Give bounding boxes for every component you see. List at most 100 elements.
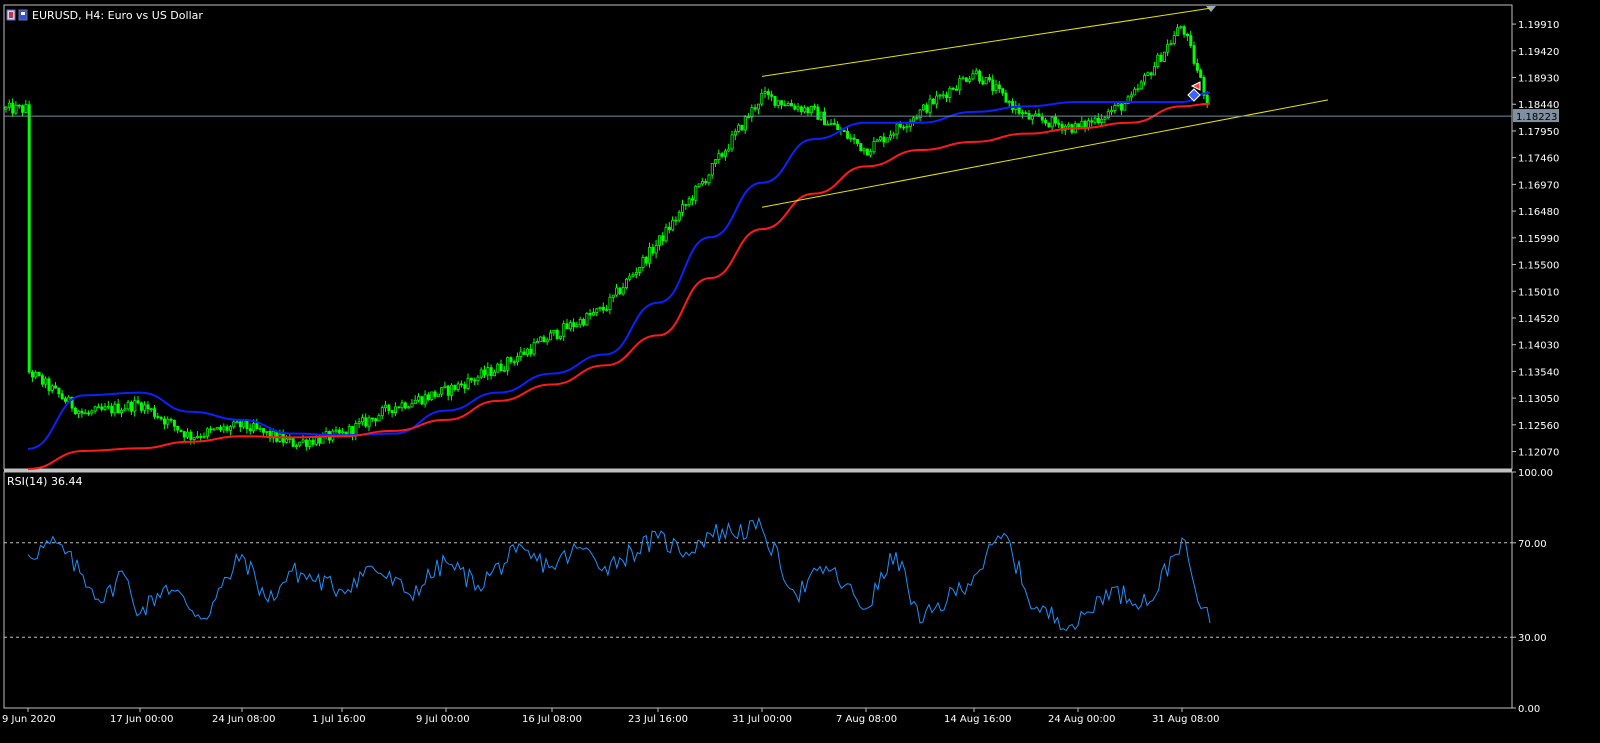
candle-body <box>605 309 609 311</box>
candle-body <box>304 439 308 447</box>
candle-body <box>255 423 259 430</box>
candle-body <box>806 107 810 114</box>
candle-body <box>357 421 361 424</box>
candle-body <box>724 150 728 157</box>
candle-body <box>750 107 754 118</box>
candle-body <box>793 105 797 110</box>
candle-body <box>1024 112 1028 115</box>
candle-body <box>73 407 77 415</box>
candle-body <box>1004 92 1008 103</box>
candle-body <box>912 117 916 123</box>
candle-body <box>222 426 226 431</box>
candle-body <box>139 402 143 411</box>
candle-body <box>30 371 34 378</box>
price-axis[interactable]: 1.19910 1.19420 1.18930 1.18440 1.17950 1.174… <box>1512 20 1559 459</box>
candle-body <box>443 385 447 388</box>
candle-body <box>21 105 25 113</box>
candle-body <box>1057 122 1061 125</box>
candle-body <box>374 418 378 422</box>
candle-body <box>516 356 520 363</box>
rsi-panel[interactable] <box>3 471 1513 709</box>
candle-body <box>842 130 846 132</box>
candle-body <box>347 426 351 436</box>
candle-body <box>608 296 612 310</box>
candle-body <box>1146 72 1150 76</box>
candle-body <box>997 84 1001 90</box>
candle-body <box>582 318 586 326</box>
candle-body <box>684 204 688 206</box>
candle-body <box>700 180 704 185</box>
time-axis[interactable]: 9 Jun 2020 17 Jun 00:00 24 Jun 08:00 1 Jul … <box>2 708 1219 725</box>
candle-body <box>727 148 731 152</box>
candle-body <box>631 273 635 277</box>
time-axis-label: 24 Jun 08:00 <box>212 714 276 725</box>
candle-body <box>862 148 866 152</box>
candle-body <box>103 406 107 410</box>
candle-body <box>1120 103 1124 111</box>
candle-body <box>674 219 678 222</box>
candle-body <box>552 330 556 334</box>
candle-body <box>384 404 388 409</box>
candle-body <box>489 367 493 377</box>
candle-body <box>697 183 701 187</box>
candle-body <box>1090 120 1094 123</box>
candle-body <box>252 423 256 432</box>
candle-body <box>390 410 394 414</box>
candle-body <box>796 106 800 110</box>
candle-body <box>974 70 978 75</box>
candle-body <box>872 141 876 153</box>
time-axis-label: 1 Jul 16:00 <box>312 714 366 725</box>
candle-body <box>410 403 414 408</box>
price-panel[interactable] <box>3 4 1513 470</box>
candle-body <box>654 244 658 254</box>
candle-body <box>760 92 764 105</box>
candle-body <box>1182 26 1186 35</box>
candle-body <box>766 91 770 96</box>
candle-body <box>393 406 397 414</box>
candle-body <box>568 322 572 330</box>
candle-body <box>469 377 473 381</box>
candle-body <box>955 88 959 91</box>
rsi-axis[interactable]: 100.00 70.00 30.00 0.00 <box>1512 468 1553 715</box>
rsi-axis-label: 70.00 <box>1518 539 1547 550</box>
candle-body <box>318 437 322 444</box>
candle-body <box>1007 101 1011 103</box>
candle-body <box>407 406 411 409</box>
candle-body <box>1159 54 1163 62</box>
candle-body <box>1156 54 1160 67</box>
candle-body <box>601 306 605 311</box>
candle-body <box>506 357 510 371</box>
candle-body <box>476 376 480 382</box>
candle-body <box>1133 88 1137 96</box>
candle-body <box>522 351 526 355</box>
candle-body <box>205 428 209 437</box>
candle-body <box>882 136 886 143</box>
candle-body <box>935 95 939 105</box>
candle-body <box>885 137 889 143</box>
candle-body <box>420 396 424 405</box>
candle-body <box>44 378 48 385</box>
candle-body <box>146 404 150 410</box>
candle-body <box>611 294 615 298</box>
candle-body <box>753 107 757 110</box>
candle-body <box>1139 81 1143 90</box>
candle-body <box>186 431 190 438</box>
candle-body <box>981 80 985 85</box>
price-axis-label: 1.16480 <box>1518 207 1559 218</box>
candle-body <box>592 312 596 316</box>
candle-body <box>202 435 206 438</box>
candle-body <box>628 275 632 280</box>
chart-title: EURUSD, H4: Euro vs US Dollar <box>32 9 203 22</box>
price-axis-label: 1.14520 <box>1518 314 1559 325</box>
candle-body <box>341 431 345 434</box>
candle-body <box>823 111 827 126</box>
price-axis-label: 1.15990 <box>1518 234 1559 245</box>
candle-body <box>928 98 932 113</box>
price-axis-label: 1.13540 <box>1518 367 1559 378</box>
candle-body <box>242 419 246 428</box>
candle-body <box>473 379 477 382</box>
candle-body <box>915 117 919 120</box>
candle-body <box>364 417 368 427</box>
candle-body <box>964 77 968 82</box>
candle-body <box>757 103 761 110</box>
